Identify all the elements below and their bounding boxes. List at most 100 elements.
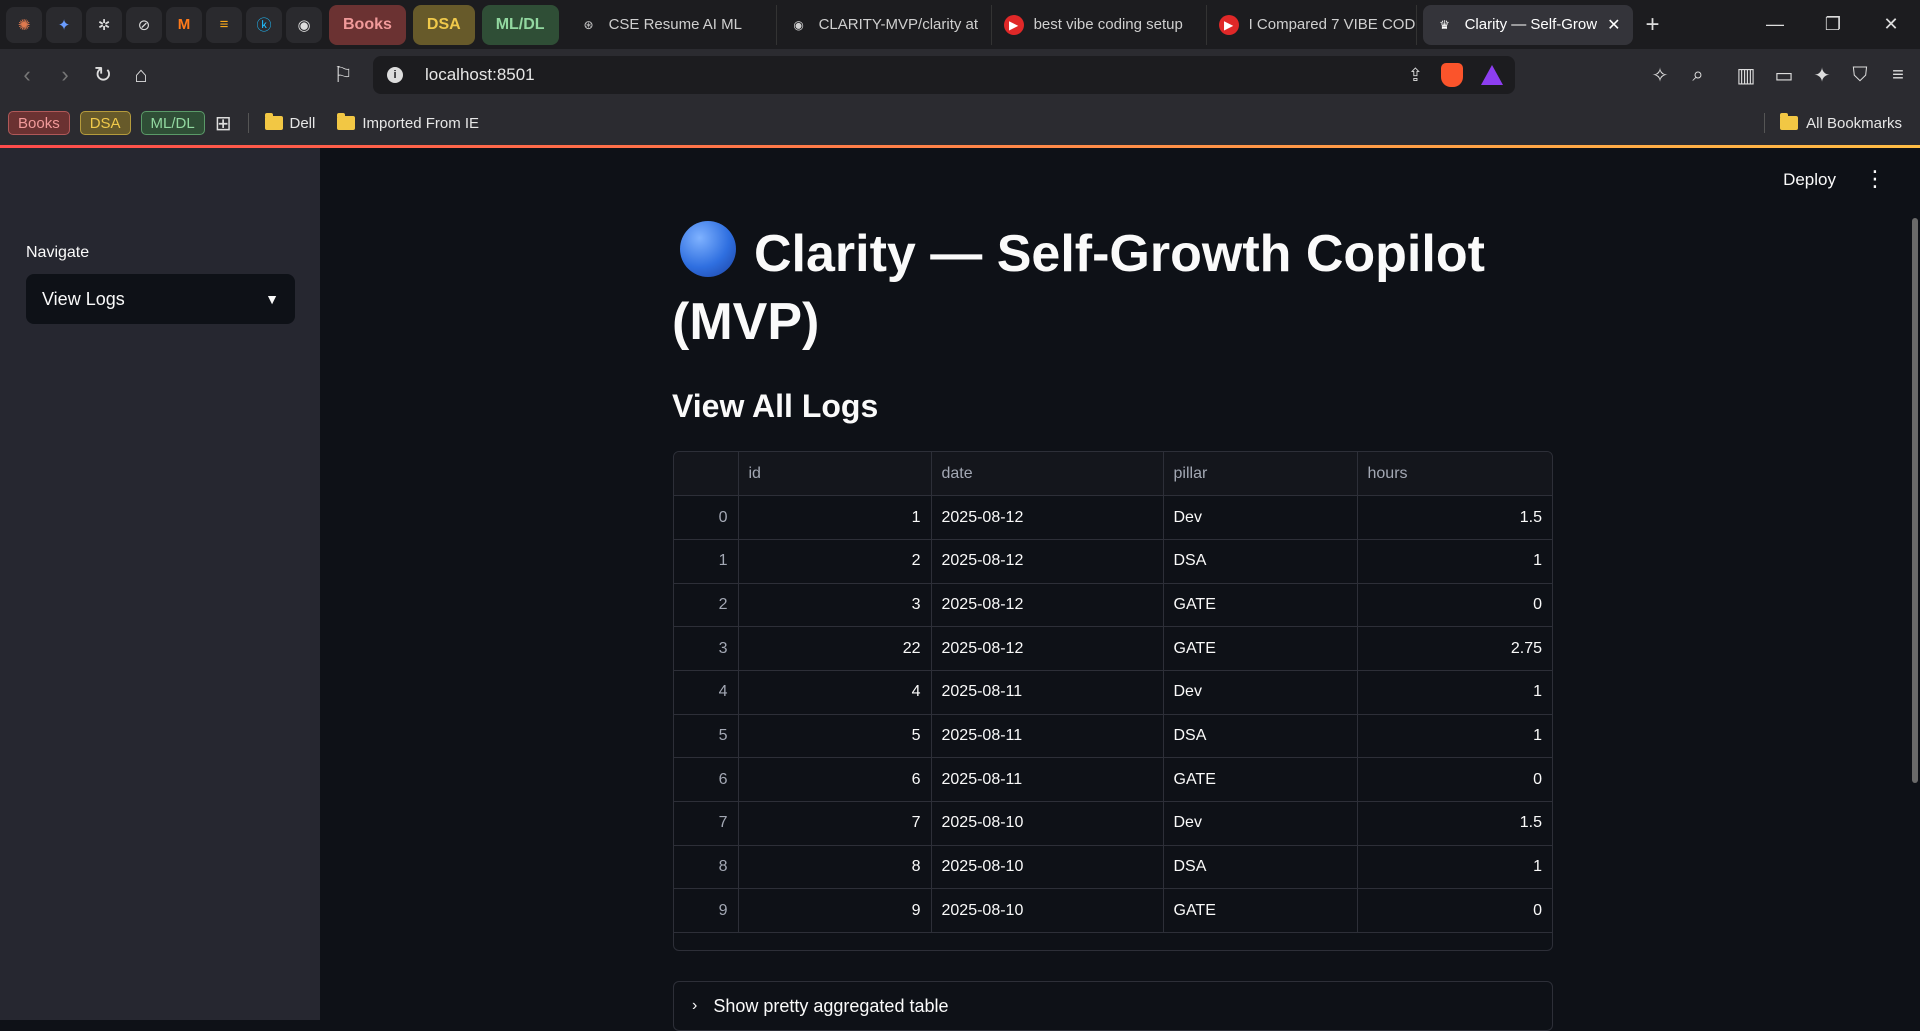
cell-date[interactable]: 2025-08-12 — [931, 495, 1164, 540]
column-header-pillar[interactable]: pillar — [1163, 452, 1358, 497]
column-header-hours[interactable]: hours — [1357, 452, 1552, 497]
row-index[interactable]: 5 — [674, 714, 739, 759]
cell-pillar[interactable]: DSA — [1163, 539, 1358, 584]
cell-id[interactable]: 9 — [738, 888, 932, 934]
column-header-date[interactable]: date — [931, 452, 1164, 497]
cell-id[interactable]: 1 — [738, 495, 932, 540]
cell-id[interactable]: 6 — [738, 757, 932, 802]
cell-id[interactable]: 2 — [738, 539, 932, 584]
cell-id[interactable]: 22 — [738, 626, 932, 671]
column-header-index[interactable] — [674, 452, 739, 497]
tab-clarity-github[interactable]: ◉ CLARITY-MVP/clarity at — [777, 4, 992, 45]
leo-ai-icon[interactable]: ✦ — [1810, 63, 1834, 88]
cell-hours[interactable]: 1 — [1357, 845, 1552, 890]
wallet-icon[interactable]: ▭ — [1772, 63, 1796, 88]
cell-date[interactable]: 2025-08-11 — [931, 757, 1164, 802]
all-bookmarks-button[interactable]: All Bookmarks — [1780, 113, 1902, 132]
tab-vibe-coding[interactable]: ▶ best vibe coding setup — [992, 4, 1207, 45]
address-bar[interactable]: i localhost:8501 ⇪ — [373, 56, 1515, 94]
scrollbar[interactable] — [1912, 218, 1918, 783]
cell-hours[interactable]: 0 — [1357, 757, 1552, 802]
cell-id[interactable]: 8 — [738, 845, 932, 890]
bolt-icon[interactable]: ≡ — [206, 6, 242, 43]
deploy-button[interactable]: Deploy — [1783, 170, 1836, 190]
menu-icon[interactable]: ≡ — [1886, 64, 1910, 87]
cell-hours[interactable]: 0 — [1357, 583, 1552, 628]
cell-date[interactable]: 2025-08-12 — [931, 583, 1164, 628]
apps-grid-icon[interactable]: ⊞ — [215, 111, 232, 136]
cell-pillar[interactable]: GATE — [1163, 583, 1358, 628]
restore-button[interactable]: ❐ — [1804, 0, 1862, 49]
vpn-icon[interactable]: ⛉ — [1848, 64, 1872, 87]
cell-id[interactable]: 5 — [738, 714, 932, 759]
cell-pillar[interactable]: GATE — [1163, 757, 1358, 802]
share-icon[interactable]: ⇪ — [1408, 65, 1423, 86]
bookmark-folder-dell[interactable]: Dell — [264, 113, 315, 132]
tab-clarity-app[interactable]: ♛ Clarity — Self-Grow ✕ — [1422, 4, 1633, 45]
row-index[interactable]: 8 — [674, 845, 739, 890]
bookmark-icon[interactable]: ⚐ — [324, 56, 362, 94]
extensions-icon[interactable]: ✧ — [1648, 63, 1672, 88]
search-tabs-icon[interactable]: ⌕ — [1686, 64, 1710, 87]
cell-id[interactable]: 7 — [738, 801, 932, 846]
cell-date[interactable]: 2025-08-11 — [931, 714, 1164, 759]
main-menu-icon[interactable]: ⋮ — [1864, 166, 1886, 192]
new-tab-button[interactable]: + — [1633, 11, 1673, 39]
cell-date[interactable]: 2025-08-12 — [931, 539, 1164, 584]
aggregated-table-expander[interactable]: › Show pretty aggregated table — [673, 981, 1553, 1031]
cell-date[interactable]: 2025-08-11 — [931, 670, 1164, 715]
page-select[interactable]: View Logs ▼ — [26, 274, 295, 324]
bookmark-group-books[interactable]: Books — [8, 111, 70, 135]
row-index[interactable]: 9 — [674, 888, 739, 934]
back-button[interactable]: ‹ — [8, 56, 46, 94]
tab-group-dsa[interactable]: DSA — [412, 4, 475, 45]
cell-hours[interactable]: 1 — [1357, 670, 1552, 715]
column-header-id[interactable]: id — [738, 452, 932, 497]
row-index[interactable]: 4 — [674, 670, 739, 715]
tab-cse-resume[interactable]: ⊛ CSE Resume AI ML — [567, 4, 777, 45]
tab-compared-vibe[interactable]: ▶ I Compared 7 VIBE COD — [1207, 4, 1417, 45]
site-info-icon[interactable]: i — [387, 67, 403, 83]
close-tab-icon[interactable]: ✕ — [1607, 15, 1620, 35]
row-index[interactable]: 1 — [674, 539, 739, 584]
cell-hours[interactable]: 0 — [1357, 888, 1552, 934]
cell-pillar[interactable]: Dev — [1163, 801, 1358, 846]
cell-id[interactable]: 4 — [738, 670, 932, 715]
chatgpt-icon[interactable]: ⊘ — [126, 6, 162, 43]
cell-date[interactable]: 2025-08-10 — [931, 888, 1164, 934]
bookmark-folder-imported[interactable]: Imported From IE — [337, 113, 479, 132]
cell-hours[interactable]: 1 — [1357, 714, 1552, 759]
cell-hours[interactable]: 1.5 — [1357, 801, 1552, 846]
row-index[interactable]: 3 — [674, 626, 739, 671]
bookmark-group-dsa[interactable]: DSA — [79, 111, 131, 135]
cell-hours[interactable]: 1.5 — [1357, 495, 1552, 540]
cell-pillar[interactable]: Dev — [1163, 495, 1358, 540]
cell-hours[interactable]: 1 — [1357, 539, 1552, 584]
bookmark-group-mldl[interactable]: ML/DL — [140, 111, 205, 135]
row-index[interactable]: 2 — [674, 583, 739, 628]
kaggle-icon[interactable]: ⓚ — [246, 6, 282, 43]
cell-pillar[interactable]: GATE — [1163, 626, 1358, 671]
cell-date[interactable]: 2025-08-10 — [931, 801, 1164, 846]
minimize-button[interactable]: — — [1746, 0, 1804, 49]
close-window-button[interactable]: ✕ — [1862, 0, 1920, 49]
tab-group-mldl[interactable]: ML/DL — [481, 4, 559, 45]
tab-group-books[interactable]: Books — [329, 4, 406, 45]
cell-id[interactable]: 3 — [738, 583, 932, 628]
perplexity-icon[interactable]: ✲ — [86, 6, 122, 43]
row-index[interactable]: 6 — [674, 757, 739, 802]
claude-icon[interactable]: ✺ — [6, 6, 42, 43]
forward-button[interactable]: › — [46, 56, 84, 94]
cell-date[interactable]: 2025-08-12 — [931, 626, 1164, 671]
sidebar-toggle-icon[interactable]: ▥ — [1734, 63, 1758, 88]
logs-dataframe[interactable]: id date pillar hours 0 1 2025-08-12 Dev 1.5 1… — [673, 451, 1553, 951]
mistral-icon[interactable]: M — [166, 6, 202, 43]
brave-shields-icon[interactable] — [1441, 63, 1463, 87]
cell-hours[interactable]: 2.75 — [1357, 626, 1552, 671]
row-index[interactable]: 0 — [674, 495, 739, 540]
github-icon[interactable]: ◉ — [286, 6, 322, 43]
cell-pillar[interactable]: GATE — [1163, 888, 1358, 934]
cell-pillar[interactable]: DSA — [1163, 714, 1358, 759]
gemini-icon[interactable]: ✦ — [46, 6, 82, 43]
row-index[interactable]: 7 — [674, 801, 739, 846]
